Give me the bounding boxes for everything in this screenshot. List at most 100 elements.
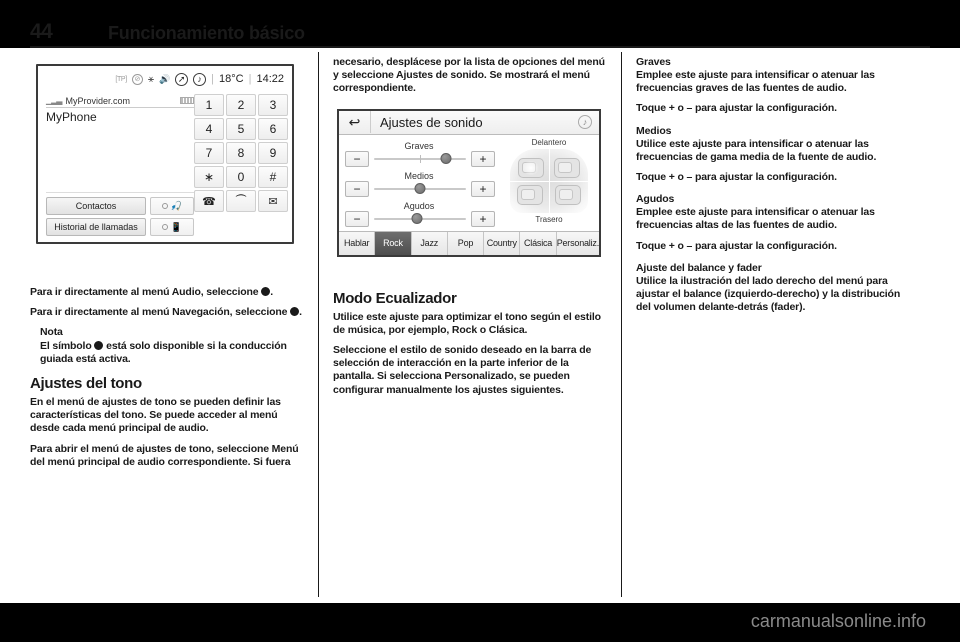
key-8[interactable]: 8 [226, 142, 256, 164]
treble-minus-button[interactable]: − [345, 210, 369, 227]
paragraph-agudos-1: Emplee este ajuste para intensificar o a… [636, 206, 875, 232]
paragraph-nav-shortcut: Para ir directamente al menú Navegación,… [30, 306, 302, 319]
audio-note-icon[interactable]: ♪ [193, 72, 207, 86]
slider-row-treble: − + [345, 210, 495, 227]
key-5[interactable]: 5 [226, 118, 256, 140]
slider-row-mid: − + [345, 180, 495, 197]
slider-group-treble: Agudos − + [345, 201, 495, 227]
tab-hablar[interactable]: Hablar [339, 231, 376, 255]
contacts-button[interactable]: Contactos [46, 197, 146, 215]
column-3: Graves Emplee este ajuste para intensifi… [636, 56, 908, 314]
tab-personalizado[interactable]: Personaliz. [557, 232, 600, 255]
audio-symbol-icon [261, 287, 271, 296]
device-name: MyPhone [46, 110, 97, 124]
phone-speaker-toggle[interactable]: 📱 [150, 218, 194, 236]
dial-keypad[interactable]: 1 2 3 4 5 6 7 8 9 ∗ 0 # ☎ ⏜ ✉ [194, 94, 288, 212]
center-tick [420, 154, 421, 163]
tab-jazz[interactable]: Jazz [412, 231, 448, 255]
bass-minus-button[interactable]: − [345, 150, 369, 167]
voicemail-icon[interactable]: ✉ [258, 190, 288, 212]
bass-slider-knob[interactable] [440, 152, 452, 164]
text-audio-shortcut-c: . [270, 286, 274, 298]
slider-label-treble: Agudos [403, 200, 435, 211]
slider-row-bass: − + [345, 150, 495, 167]
content-sheet: [TP] ⊘ ⚹ 🔊 ➚ ♪ | 18°C | 14:22 ▁▂▃ MyProv… [0, 48, 960, 603]
treble-slider-knob[interactable] [411, 212, 423, 224]
paragraph-agudos-2: Toque + o – para ajustar la configuració… [636, 239, 837, 252]
no-entry-icon: ⊘ [131, 73, 143, 85]
mid-slider-track[interactable] [374, 182, 466, 196]
bass-slider-track[interactable] [374, 152, 466, 166]
page-header: 44 Funcionamiento básico [30, 18, 930, 44]
tone-sliders: Graves − + Medios − + Agudos − + [339, 135, 499, 231]
note-text-a: El símbolo [40, 339, 92, 352]
navigation-symbol-icon [290, 307, 300, 317]
slider-label-mid: Medios [404, 170, 434, 181]
tab-clasica[interactable]: Clásica [520, 231, 557, 255]
seat-inner [558, 161, 572, 173]
eq-style-tabbar[interactable]: Hablar Rock Jazz Pop Country Clásica Per… [339, 230, 600, 255]
paragraph-graves-1: Emplee este ajuste para intensificar o a… [636, 69, 875, 95]
clock: 14:22 [256, 73, 284, 85]
footer-watermark: carmanualsonline.info [750, 611, 926, 631]
radio-dot [161, 203, 168, 209]
phone-left-buttons: Contactos 🎣 Historial de llamadas 📱 [46, 192, 194, 239]
back-arrow-icon[interactable]: ↩ [339, 111, 371, 134]
key-hash[interactable]: # [258, 166, 288, 188]
key-4[interactable]: 4 [194, 118, 224, 140]
bluetooth-icon: ⚹ [147, 73, 154, 85]
key-0[interactable]: 0 [226, 166, 256, 188]
paragraph-balance-1: Utilice la ilustración del lado derecho … [636, 274, 901, 314]
slider-group-bass: Graves − + [345, 141, 495, 167]
mid-minus-button[interactable]: − [345, 180, 369, 197]
call-icon[interactable]: ☎ [194, 190, 224, 212]
page-number: 44 [30, 20, 53, 43]
status-divider-2: | [248, 73, 252, 85]
call-history-row: Historial de llamadas 📱 [46, 218, 194, 236]
heading-modo-ecualizador: Modo Ecualizador [333, 289, 457, 307]
tab-rock[interactable]: Rock [375, 231, 412, 255]
text-nav-shortcut-c: . [299, 306, 302, 319]
bass-plus-button[interactable]: + [471, 150, 495, 167]
text-audio-shortcut-b: seleccione [206, 286, 259, 298]
tab-country[interactable]: Country [484, 231, 521, 255]
navigation-compass-icon[interactable]: ➚ [175, 72, 189, 86]
call-history-button[interactable]: Historial de llamadas [46, 218, 146, 236]
paragraph-tono-open: Para abrir el menú de ajustes de tono, s… [30, 442, 299, 468]
mid-slider-knob[interactable] [414, 182, 426, 194]
audio-note-icon[interactable]: ♪ [578, 115, 592, 130]
car-outline-icon[interactable] [508, 146, 590, 215]
text-nav-shortcut-a: Para ir directamente al menú [30, 306, 170, 319]
heading-balance-fader: Ajuste del balance y fader [636, 261, 762, 274]
balance-focus-highlight [522, 160, 540, 175]
key-9[interactable]: 9 [258, 142, 288, 164]
tab-pop[interactable]: Pop [448, 231, 485, 255]
mute-microphone-icon: 🎣 [170, 200, 183, 211]
sound-settings-screen: ↩ Ajustes de sonido ♪ Graves − + Medios … [337, 108, 601, 257]
phone-screen: [TP] ⊘ ⚹ 🔊 ➚ ♪ | 18°C | 14:22 ▁▂▃ MyProv… [36, 64, 294, 244]
key-3[interactable]: 3 [258, 94, 288, 116]
provider-name: MyProvider.com [65, 95, 130, 106]
heading-ajustes-del-tono: Ajustes del tono [30, 375, 142, 393]
key-star[interactable]: ∗ [194, 166, 224, 188]
column-1: [TP] ⊘ ⚹ 🔊 ➚ ♪ | 18°C | 14:22 ▁▂▃ MyProv… [30, 56, 302, 469]
treble-plus-button[interactable]: + [471, 210, 495, 227]
balance-fader-diagram[interactable]: Delantero Trasero [499, 135, 599, 231]
mid-plus-button[interactable]: + [471, 180, 495, 197]
figure-sound-settings: ↩ Ajustes de sonido ♪ Graves − + Medios … [333, 102, 605, 281]
paragraph-medios-2: Toque + o – para ajustar la configuració… [636, 171, 837, 184]
key-6[interactable]: 6 [258, 118, 288, 140]
paragraph-eq-select: Seleccione el estilo de sonido deseado e… [333, 344, 592, 396]
mute-microphone-toggle[interactable]: 🎣 [150, 197, 194, 215]
key-1[interactable]: 1 [194, 94, 224, 116]
hang-up-icon[interactable]: ⏜ [226, 190, 256, 212]
paragraph-graves-2: Toque + o – para ajustar la configuració… [636, 102, 837, 115]
text-audio-shortcut-a: Para ir directamente al menú Audio, [30, 286, 204, 298]
radio-dot [161, 224, 168, 230]
fader-crosshair-horizontal [508, 180, 590, 182]
seat-inner [521, 188, 535, 200]
key-7[interactable]: 7 [194, 142, 224, 164]
key-2[interactable]: 2 [226, 94, 256, 116]
paragraph-tono-intro: En el menú de ajustes de tono se pueden … [30, 396, 281, 435]
treble-slider-track[interactable] [374, 212, 466, 226]
